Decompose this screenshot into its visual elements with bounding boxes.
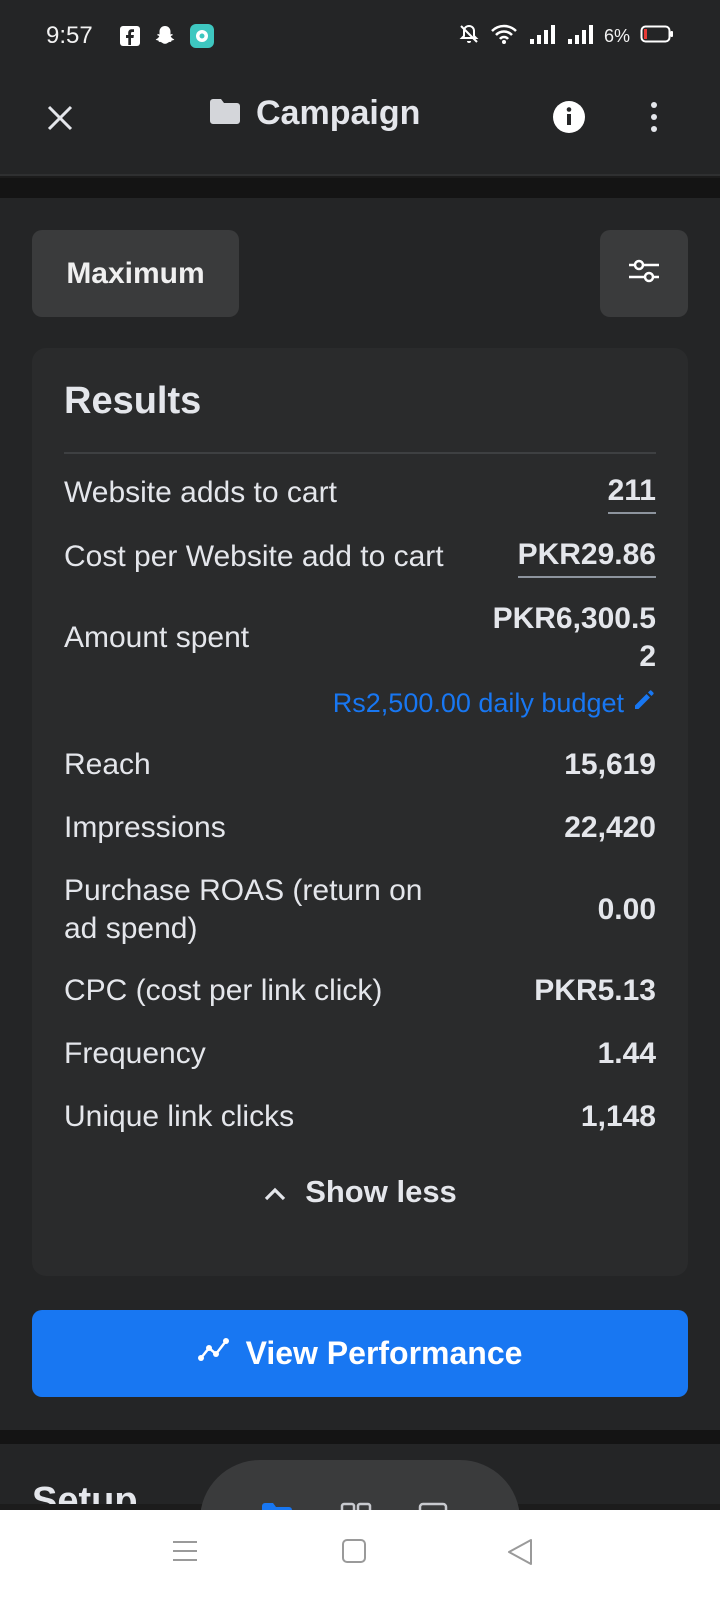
snapchat-icon [153,24,177,48]
sliders-icon [627,257,661,290]
main-content: Maximum Results Website adds to cart 211… [0,198,720,1430]
trend-chart-icon [197,1335,230,1372]
section-divider [0,178,720,198]
result-row: Purchase ROAS (return on ad spend) 0.00 [64,872,656,948]
result-value: 22,420 [564,811,656,844]
result-row: Cost per Website add to cart PKR29.86 [64,536,656,578]
result-value: 1,148 [580,1100,656,1133]
more-vert-icon[interactable] [648,100,660,139]
signal-icon [566,23,594,50]
signal-icon [528,23,556,50]
results-card: Results Website adds to cart 211 Cost pe… [32,348,688,1276]
menu-icon[interactable] [172,1538,198,1569]
result-label: CPC (cost per link click) [64,974,383,1007]
result-label: Purchase ROAS (return on ad spend) [64,874,423,945]
divider [64,452,656,454]
chevron-up-icon [263,1174,287,1210]
mute-icon [458,23,480,50]
result-label: Frequency [64,1037,206,1070]
info-icon[interactable] [552,100,586,139]
result-row: Website adds to cart 211 [64,472,656,514]
wifi-icon [490,23,518,50]
status-time: 9:57 [46,22,93,49]
show-less-button[interactable]: Show less [32,1174,688,1210]
result-label: Unique link clicks [64,1100,295,1133]
budget-text: Rs2,500.00 daily budget [332,688,624,718]
show-less-label: Show less [305,1174,457,1209]
close-icon[interactable] [40,98,80,138]
result-value: 1.44 [597,1037,656,1070]
edit-pencil-icon [632,688,656,719]
results-title: Results [64,380,202,422]
result-value: PKR5.13 [534,974,656,1007]
section-divider [0,1430,720,1444]
folder-icon [208,96,242,131]
back-icon[interactable] [506,1538,534,1571]
result-row: Impressions 22,420 [64,809,656,847]
view-performance-label: View Performance [245,1335,523,1371]
status-bar: 9:57 6% [0,0,720,72]
date-range-button[interactable]: Maximum [32,230,239,317]
result-row: Amount spent PKR6,300.5 2 [64,600,656,676]
result-row: CPC (cost per link click) PKR5.13 [64,972,656,1010]
result-label: Amount spent [64,621,250,654]
page-title: Campaign [256,94,421,132]
filter-button[interactable] [600,230,688,317]
result-value: PKR6,300.5 2 [492,602,656,673]
battery-icon [640,23,674,50]
system-nav-bar [0,1510,720,1600]
result-row: Unique link clicks 1,148 [64,1098,656,1136]
app-icon [189,23,215,49]
daily-budget-link[interactable]: Rs2,500.00 daily budget [64,688,656,719]
result-label: Reach [64,748,151,781]
result-value-link[interactable]: 211 [607,472,656,514]
app-bar: Campaign [0,72,720,176]
result-row: Frequency 1.44 [64,1035,656,1073]
setup-title: Setup [32,1480,138,1504]
result-label: Website adds to cart [64,476,337,509]
facebook-icon [119,25,141,47]
battery-text: 6% [603,25,630,46]
home-icon[interactable] [341,1538,367,1569]
result-label: Impressions [64,811,226,844]
result-row: Reach 15,619 [64,746,656,784]
result-value-link[interactable]: PKR29.86 [517,536,656,578]
result-value: 0.00 [597,893,656,926]
result-label: Cost per Website add to cart [64,540,444,573]
view-performance-button[interactable]: View Performance [32,1310,688,1397]
result-value: 15,619 [564,748,656,781]
page-title-group: Campaign [208,94,420,133]
